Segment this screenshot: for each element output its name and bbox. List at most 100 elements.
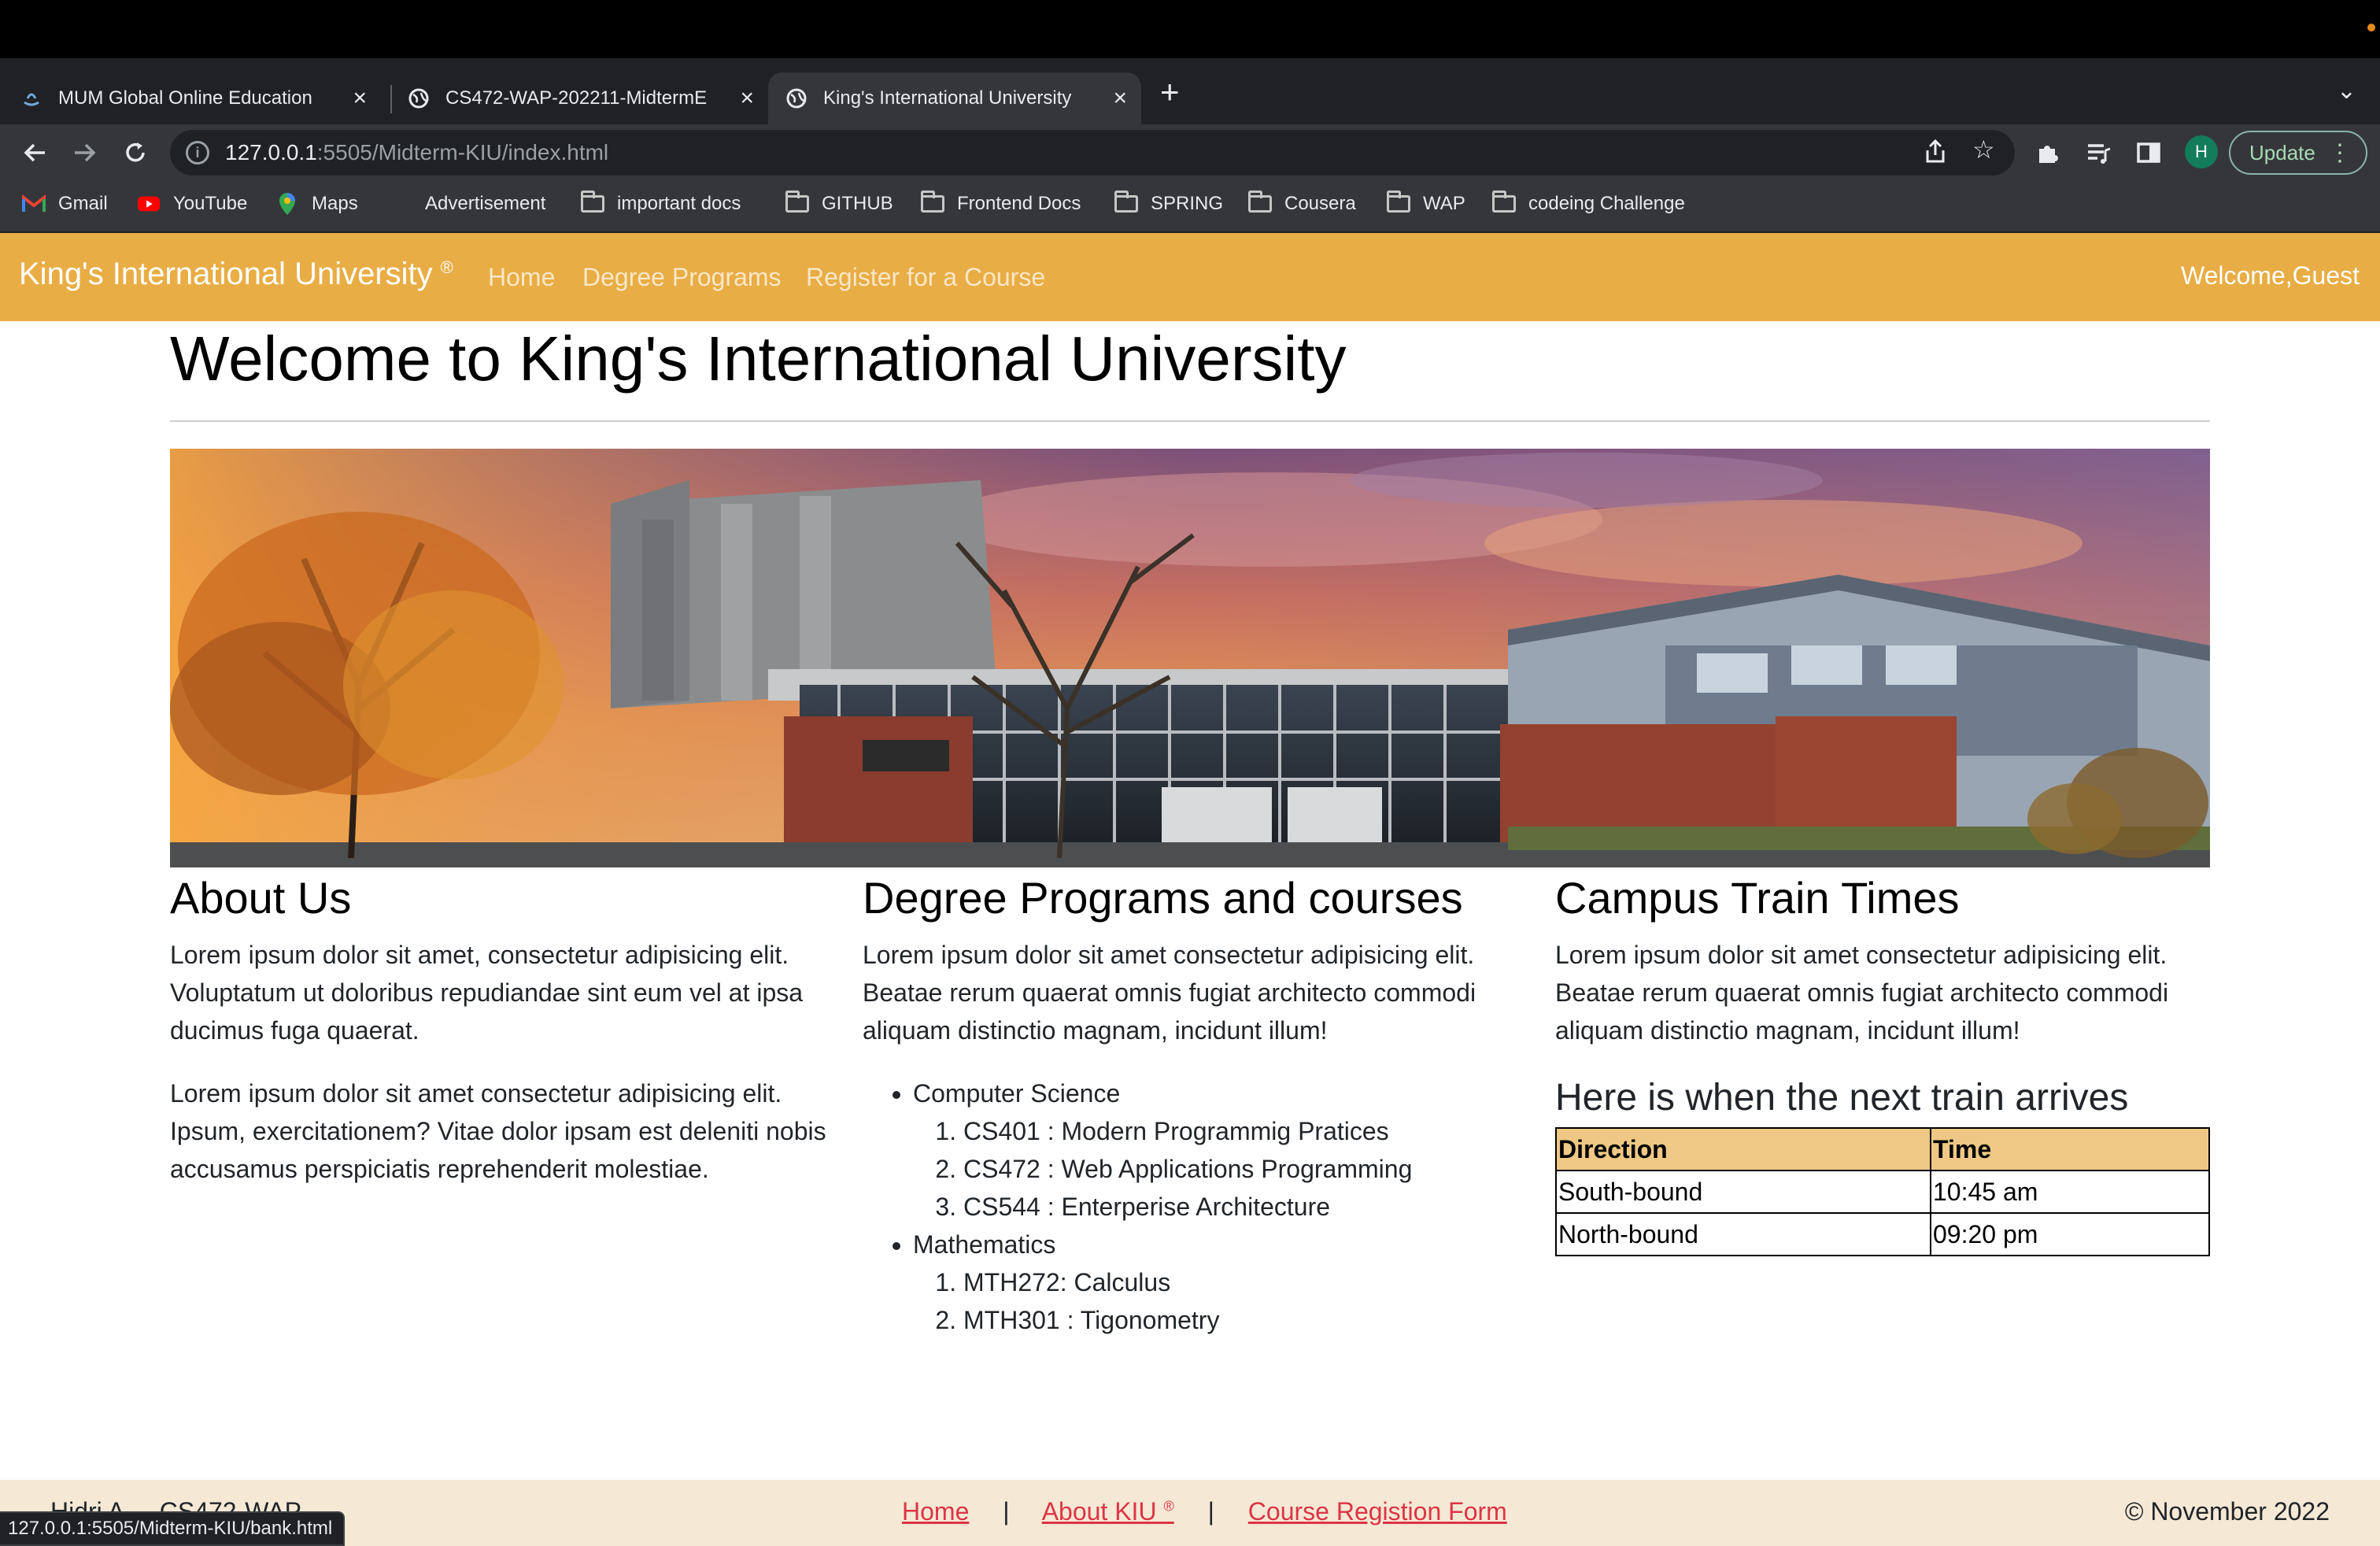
bookmark-advertisement[interactable]: Advertisement <box>389 192 545 216</box>
footer-link-home[interactable]: Home <box>902 1497 969 1526</box>
site-info-icon[interactable]: i <box>186 141 209 165</box>
table-cell: South-bound <box>1555 1170 1931 1214</box>
site-brand[interactable]: King's International University ® <box>19 257 453 292</box>
profile-avatar[interactable]: H <box>2185 135 2218 168</box>
url-text[interactable]: 127.0.0.1:5505/Midterm-KIU/index.html <box>225 140 608 165</box>
train-times-table: Direction Time South-bound 10:45 am Nort… <box>1555 1127 2210 1256</box>
browser-tabstrip: MUM Global Online Education × CS472-WAP-… <box>0 58 2380 124</box>
bookmark-label: important docs <box>617 193 741 214</box>
folder-icon <box>921 190 944 216</box>
bookmark-label: Maps <box>312 193 358 214</box>
bookmark-label: Advertisement <box>425 193 546 214</box>
column-header: Time <box>1930 1127 2210 1171</box>
bookmark-maps[interactable]: Maps <box>275 192 358 216</box>
nav-degree-programs[interactable]: Degree Programs <box>582 263 782 292</box>
new-tab-plus-icon[interactable]: + <box>1160 76 1180 109</box>
bookmark-folder-frontend-docs[interactable]: Frontend Docs <box>921 190 1081 216</box>
browser-toolbar: i 127.0.0.1:5505/Midterm-KIU/index.html … <box>0 124 2380 181</box>
program-name: Mathematics <box>913 1230 1056 1259</box>
programs-intro: Lorem ipsum dolor sit amet consectetur a… <box>863 941 1476 1045</box>
recording-indicator-icon <box>2367 24 2375 31</box>
bookmark-folder-codeing-challenge[interactable]: codeing Challenge <box>1492 190 1685 216</box>
bookmark-folder-github[interactable]: GITHUB <box>785 190 893 216</box>
footer-link-about[interactable]: About KIU ® <box>1042 1497 1174 1526</box>
train-intro: Lorem ipsum dolor sit amet consectetur a… <box>1555 941 2169 1045</box>
bookmark-label: codeing Challenge <box>1528 193 1685 214</box>
table-cell: 10:45 am <box>1930 1170 2210 1214</box>
table-row: South-bound 10:45 am <box>1555 1170 2210 1214</box>
folder-icon <box>785 190 809 216</box>
footer-copyright: © November 2022 <box>2124 1497 2330 1526</box>
footer-link-registration[interactable]: Course Registion Form <box>1248 1497 1507 1526</box>
address-bar[interactable]: i 127.0.0.1:5505/Midterm-KIU/index.html … <box>170 130 2015 176</box>
tab-mum-global[interactable]: MUM Global Online Education × <box>19 72 381 124</box>
close-icon[interactable]: × <box>353 85 367 112</box>
tab-cs472-midterm[interactable]: CS472-WAP-202211-MidtermE × <box>406 72 768 124</box>
about-paragraph-1: Lorem ipsum dolor sit amet, consectetur … <box>170 941 804 1045</box>
course-list: CS401 : Modern Programmig Pratices CS472… <box>913 1112 1524 1226</box>
web-page: King's International University ® Home De… <box>0 233 2380 1546</box>
bookmark-folder-important-docs[interactable]: important docs <box>581 190 741 216</box>
bookmark-label: Cousera <box>1284 193 1356 214</box>
gmail-icon <box>22 192 46 216</box>
kebab-menu-icon[interactable]: ⋮ <box>2328 139 2352 167</box>
nav-register-course[interactable]: Register for a Course <box>806 263 1045 292</box>
globe-icon <box>406 86 431 111</box>
cloud-icon <box>19 86 44 111</box>
about-section: About Us Lorem ipsum dolor sit amet, con… <box>170 867 831 1188</box>
programs-heading: Degree Programs and courses <box>863 873 1463 923</box>
train-subheading: Here is when the next train arrives <box>1555 1077 2129 1119</box>
share-icon[interactable] <box>1924 138 1947 171</box>
list-item: MTH272: Calculus <box>963 1263 1524 1301</box>
list-item: CS544 : Enterperise Architecture <box>963 1188 1524 1226</box>
bookmark-star-icon[interactable]: ☆ <box>1972 135 1995 165</box>
media-queue-icon[interactable] <box>2079 134 2117 172</box>
tab-title: MUM Global Online Education <box>58 87 312 109</box>
footer-separator: | <box>1207 1497 1214 1526</box>
macos-menubar <box>0 0 2380 58</box>
nav-home[interactable]: Home <box>488 263 555 292</box>
blank-icon <box>389 192 412 216</box>
close-icon[interactable]: × <box>740 85 754 112</box>
table-cell: North-bound <box>1555 1212 1931 1256</box>
bookmark-folder-cousera[interactable]: Cousera <box>1248 190 1356 216</box>
tab-kiu-active[interactable]: King's International University × <box>768 72 1141 124</box>
update-button[interactable]: Update ⋮ <box>2229 131 2367 175</box>
list-item: Computer Science CS401 : Modern Programm… <box>913 1074 1524 1226</box>
bookmark-folder-spring[interactable]: SPRING <box>1114 190 1223 216</box>
list-item: CS401 : Modern Programmig Pratices <box>963 1112 1524 1150</box>
extensions-puzzle-icon[interactable] <box>2029 134 2067 172</box>
folder-icon <box>1114 190 1138 216</box>
folder-icon <box>1492 190 1516 216</box>
reload-icon[interactable] <box>115 132 156 173</box>
about-heading: About Us <box>170 873 352 923</box>
page-title: Welcome to King's International Universi… <box>170 324 1347 394</box>
about-paragraph-2: Lorem ipsum dolor sit amet consectetur a… <box>170 1079 826 1183</box>
globe-icon <box>784 86 809 111</box>
tab-separator <box>390 85 392 113</box>
forward-arrow-icon[interactable] <box>65 132 105 173</box>
back-arrow-icon[interactable] <box>14 132 55 173</box>
bookmark-youtube[interactable]: YouTube <box>137 192 247 216</box>
folder-icon <box>1387 190 1410 216</box>
side-panel-icon[interactable] <box>2130 134 2168 172</box>
site-footer: Hidri A.... CS472-WAP Home | About KIU ®… <box>0 1480 2380 1546</box>
table-row: North-bound 09:20 pm <box>1555 1212 2210 1256</box>
youtube-icon <box>137 192 161 216</box>
table-cell: 09:20 pm <box>1930 1212 2210 1256</box>
train-heading: Campus Train Times <box>1555 873 1960 923</box>
bookmark-label: YouTube <box>173 193 248 214</box>
bookmark-label: Gmail <box>58 193 108 214</box>
bookmark-gmail[interactable]: Gmail <box>22 192 108 216</box>
close-icon[interactable]: × <box>1113 85 1127 112</box>
bookmark-label: WAP <box>1423 193 1465 214</box>
update-label: Update <box>2249 140 2315 165</box>
site-navbar: King's International University ® Home De… <box>0 233 2380 321</box>
bookmark-folder-wap[interactable]: WAP <box>1387 190 1465 216</box>
programs-list: Computer Science CS401 : Modern Programm… <box>863 1074 1524 1339</box>
maps-icon <box>275 192 299 216</box>
folder-icon <box>581 190 604 216</box>
tab-search-chevron-icon[interactable]: ⌄ <box>2337 77 2356 105</box>
programs-section: Degree Programs and courses Lorem ipsum … <box>863 867 1524 1339</box>
list-item: Mathematics MTH272: Calculus MTH301 : Ti… <box>913 1226 1524 1339</box>
